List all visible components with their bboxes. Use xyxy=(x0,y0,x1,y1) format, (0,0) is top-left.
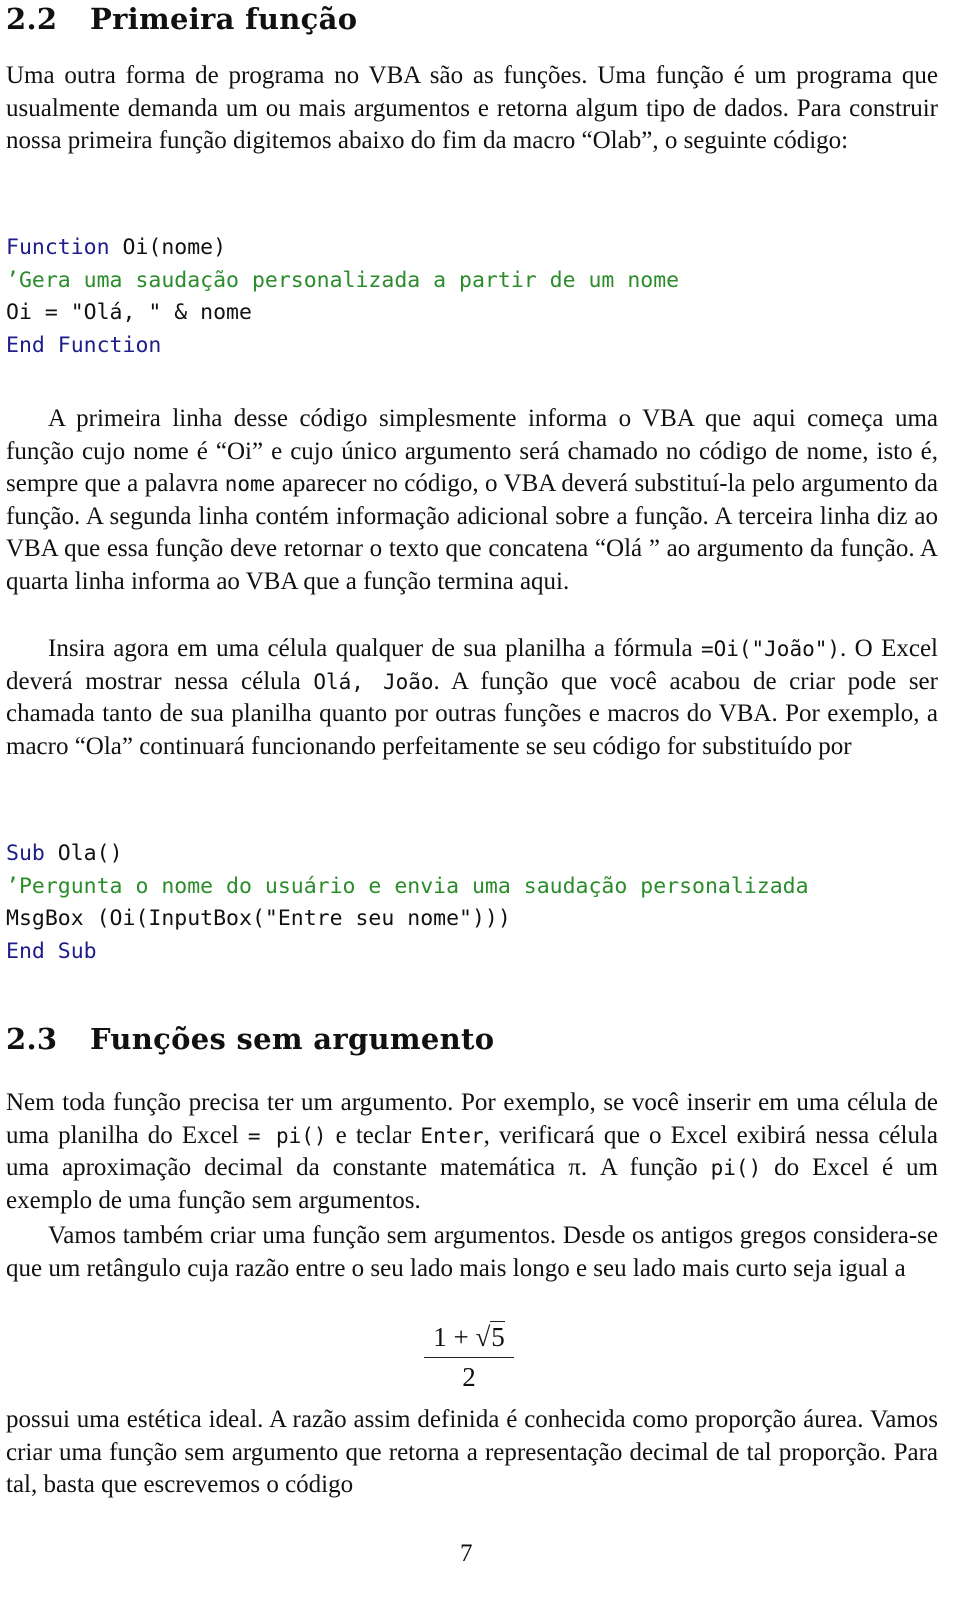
text: e teclar xyxy=(326,1121,421,1149)
inline-code: Enter xyxy=(420,1123,484,1148)
code-text: Ola() xyxy=(44,841,123,866)
sqrt-radicand: 5 xyxy=(490,1321,505,1352)
code-text: Oi = "Olá, " & nome xyxy=(6,300,252,325)
aesthetic-paragraph: possui uma estética ideal. A razão assim… xyxy=(6,1406,938,1498)
section-title: Funções sem argumento xyxy=(90,1022,495,1056)
inline-code: =Oi("João") xyxy=(700,637,841,661)
code-keyword: End Function xyxy=(6,332,162,358)
formula-text: 1 + √ xyxy=(433,1322,491,1352)
code-comment: ’Pergunta o nome do usuário e envia uma … xyxy=(6,873,809,899)
section-heading-2-2: 2.2 Primeira função xyxy=(6,2,357,36)
explanation-paragraph: A primeira linha desse código simplesmen… xyxy=(6,403,938,598)
inline-code: = pi() xyxy=(247,1123,327,1148)
intro-paragraph: Uma outra forma de programa no VBA são a… xyxy=(6,62,938,154)
code-block-function-oi: Function Oi(nome) ’Gera uma saudação per… xyxy=(6,232,679,362)
section-title: Primeira função xyxy=(90,2,358,36)
code-comment: ’Gera uma saudação personalizada a parti… xyxy=(6,267,680,293)
no-argument-paragraph: Nem toda função precisa ter um argumento… xyxy=(6,1087,938,1217)
insert-formula-paragraph: Insira agora em uma célula qualquer de s… xyxy=(6,633,938,763)
code-text: MsgBox (Oi(InputBox("Entre seu nome"))) xyxy=(6,906,511,931)
text: Insira agora em uma célula qualquer de s… xyxy=(48,635,701,662)
page-number: 7 xyxy=(460,1540,473,1567)
section-number: 2.2 xyxy=(6,2,58,36)
code-keyword: Sub xyxy=(6,841,45,866)
code-keyword: Function xyxy=(6,235,110,260)
section-heading-2-3: 2.3 Funções sem argumento xyxy=(6,1022,494,1056)
code-block-sub-ola: Sub Ola() ’Pergunta o nome do usuário e … xyxy=(6,838,809,968)
formula-numerator: 1 + √5 xyxy=(424,1321,514,1358)
code-text: Oi(nome) xyxy=(109,235,227,260)
inline-code: pi() xyxy=(710,1156,762,1180)
golden-ratio-formula: 1 + √5 2 xyxy=(424,1321,514,1393)
code-keyword: End Sub xyxy=(6,938,97,964)
inline-code: Olá, João xyxy=(313,669,434,694)
formula-denominator: 2 xyxy=(462,1362,476,1392)
section-number: 2.3 xyxy=(6,1022,58,1056)
golden-ratio-paragraph: Vamos também criar uma função sem argume… xyxy=(6,1222,938,1282)
inline-code: nome xyxy=(224,472,276,496)
